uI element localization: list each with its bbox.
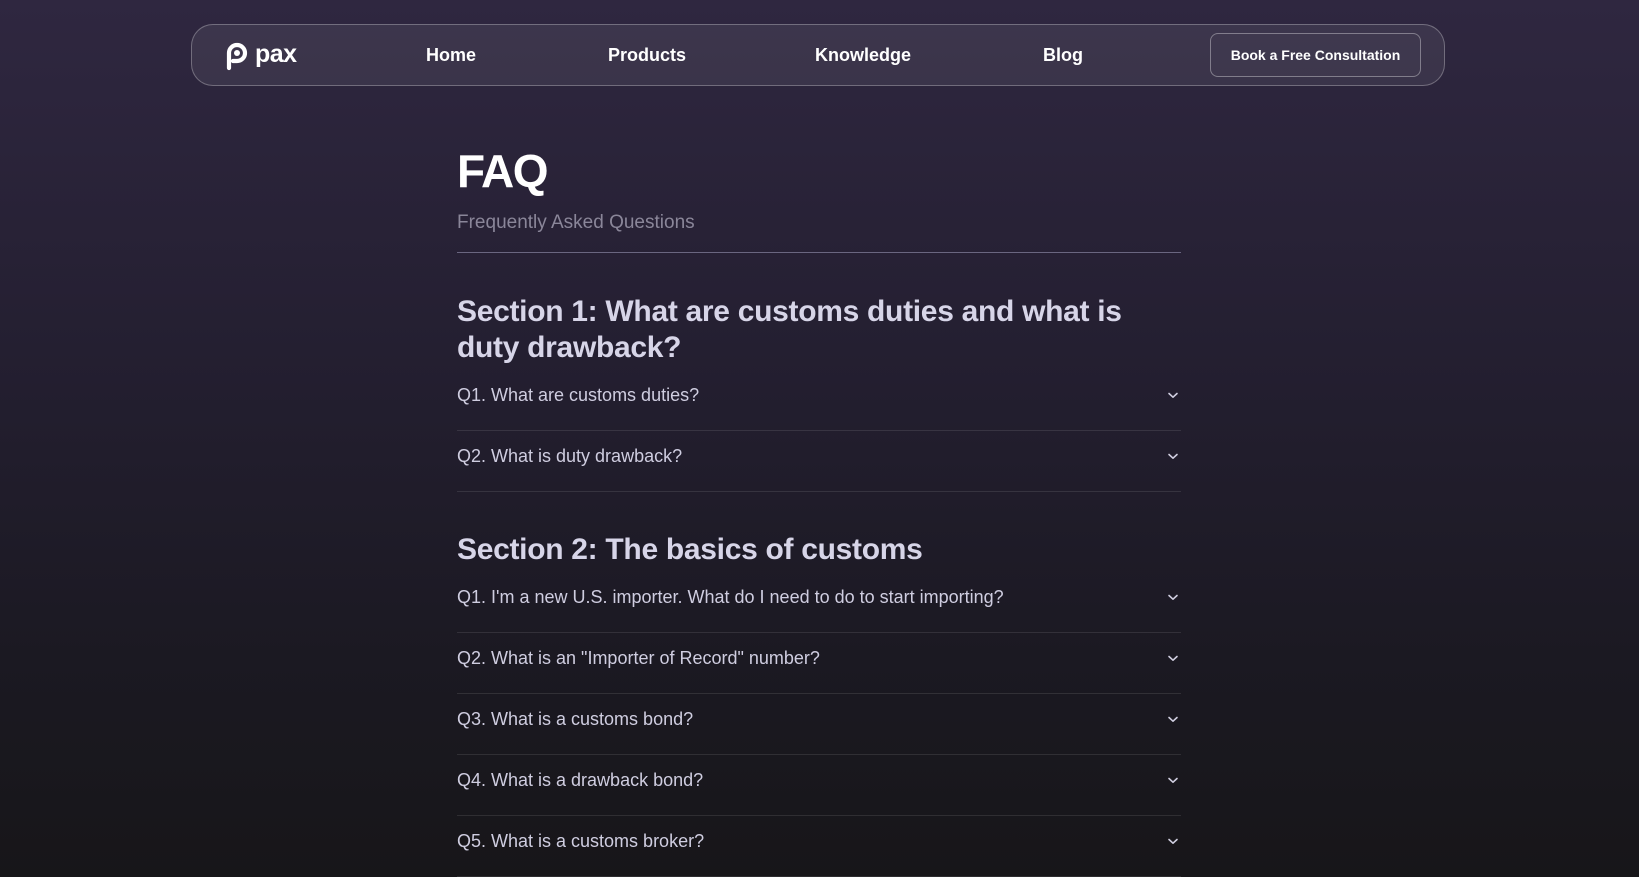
faq-question: Q1. I'm a new U.S. importer. What do I n… xyxy=(457,587,1004,607)
chevron-down-icon[interactable] xyxy=(1167,591,1179,603)
faq-item[interactable]: Q1. What are customs duties? xyxy=(457,370,1181,431)
faq-question: Q1. What are customs duties? xyxy=(457,385,700,405)
chevron-down-icon[interactable] xyxy=(1167,652,1179,664)
faq-item[interactable]: Q2. What is an "Importer of Record" numb… xyxy=(457,633,1181,694)
chevron-down-icon[interactable] xyxy=(1167,835,1179,847)
faq-list: Q1. What are customs duties? Q2. What is… xyxy=(457,370,1181,492)
chevron-down-icon[interactable] xyxy=(1167,389,1179,401)
nav-blog-link[interactable]: Blog xyxy=(1043,25,1083,85)
chevron-down-icon[interactable] xyxy=(1167,713,1179,725)
section-heading: Section 1: What are customs duties and w… xyxy=(457,295,1122,364)
faq-question: Q4. What is a drawback bond? xyxy=(457,770,704,790)
chevron-down-icon[interactable] xyxy=(1167,450,1179,462)
faq-question: Q2. What is an "Importer of Record" numb… xyxy=(457,648,820,668)
chevron-down-icon[interactable] xyxy=(1167,774,1179,786)
page-title: FAQ xyxy=(457,145,549,197)
book-consultation-button[interactable]: Book a Free Consultation xyxy=(1210,33,1421,77)
section-heading: Section 2: The basics of customs xyxy=(457,533,923,566)
pax-logo[interactable]: pax xyxy=(224,40,297,72)
top-navbar: pax Home Products Knowledge Blog Book a … xyxy=(191,24,1445,86)
nav-home-link[interactable]: Home xyxy=(426,25,476,85)
nav-knowledge-link[interactable]: Knowledge xyxy=(815,25,911,85)
faq-item[interactable]: Q2. What is duty drawback? xyxy=(457,431,1181,492)
title-divider xyxy=(457,252,1181,253)
faq-question: Q2. What is duty drawback? xyxy=(457,446,683,466)
faq-section-1: Section 1: What are customs duties and w… xyxy=(457,294,1181,492)
faq-item[interactable]: Q4. What is a drawback bond? xyxy=(457,755,1181,816)
faq-question: Q3. What is a customs bond? xyxy=(457,709,694,729)
faq-section-2: Section 2: The basics of customs Q1. I'm… xyxy=(457,532,1181,877)
pax-logo-icon xyxy=(226,42,248,71)
nav-products-link[interactable]: Products xyxy=(608,25,686,85)
faq-list: Q1. I'm a new U.S. importer. What do I n… xyxy=(457,572,1181,877)
faq-item[interactable]: Q1. I'm a new U.S. importer. What do I n… xyxy=(457,572,1181,633)
page-subtitle: Frequently Asked Questions xyxy=(457,212,695,233)
faq-item[interactable]: Q3. What is a customs bond? xyxy=(457,694,1181,755)
logo-wordmark: pax xyxy=(255,39,297,68)
faq-item[interactable]: Q5. What is a customs broker? xyxy=(457,816,1181,877)
faq-question: Q5. What is a customs broker? xyxy=(457,831,705,851)
